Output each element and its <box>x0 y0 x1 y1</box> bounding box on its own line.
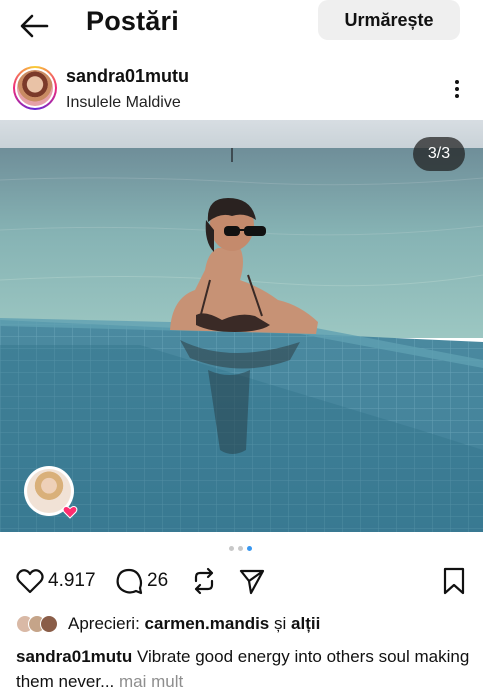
carousel-dot-active <box>247 546 252 551</box>
save-button[interactable] <box>442 566 466 596</box>
post-photo[interactable] <box>0 120 483 532</box>
more-options-icon[interactable] <box>444 76 470 102</box>
author-avatar[interactable] <box>13 66 57 110</box>
post-caption: sandra01mutu Vibrate good energy into ot… <box>16 644 476 694</box>
post-location[interactable]: Insulele Maldive <box>66 94 181 112</box>
author-username[interactable]: sandra01mutu <box>66 66 189 87</box>
comment-button[interactable]: 26 <box>115 566 168 596</box>
like-button[interactable]: 4.917 <box>16 566 96 596</box>
likes-others-link[interactable]: alții <box>291 614 320 633</box>
carousel-dot <box>229 546 234 551</box>
image-counter-badge: 3/3 <box>413 137 465 171</box>
liker-avatar <box>40 615 58 633</box>
comments-count: 26 <box>147 570 169 591</box>
caption-ellipsis: ... <box>100 672 115 691</box>
back-button[interactable] <box>14 8 54 44</box>
carousel-dot <box>238 546 243 551</box>
likes-count: 4.917 <box>48 570 96 591</box>
liker-username[interactable]: carmen.mandis <box>145 614 270 633</box>
bookmark-icon <box>443 567 465 595</box>
comment-icon <box>116 568 143 595</box>
repost-icon <box>194 567 214 595</box>
repost-button[interactable] <box>190 566 218 596</box>
heart-badge-icon <box>62 506 78 519</box>
page-title: Postări <box>86 6 179 36</box>
carousel-indicator <box>229 546 252 551</box>
share-button[interactable] <box>238 566 266 596</box>
likes-text: Aprecieri: carmen.mandis și alții <box>68 614 321 633</box>
follow-button[interactable]: Urmărește <box>318 0 460 40</box>
arrow-left-icon <box>20 14 49 38</box>
caption-username[interactable]: sandra01mutu <box>16 647 132 666</box>
send-icon <box>239 569 265 595</box>
likes-summary[interactable]: Aprecieri: carmen.mandis și alții <box>16 612 320 636</box>
caption-more-link[interactable]: mai mult <box>119 672 183 691</box>
heart-icon <box>16 569 44 594</box>
